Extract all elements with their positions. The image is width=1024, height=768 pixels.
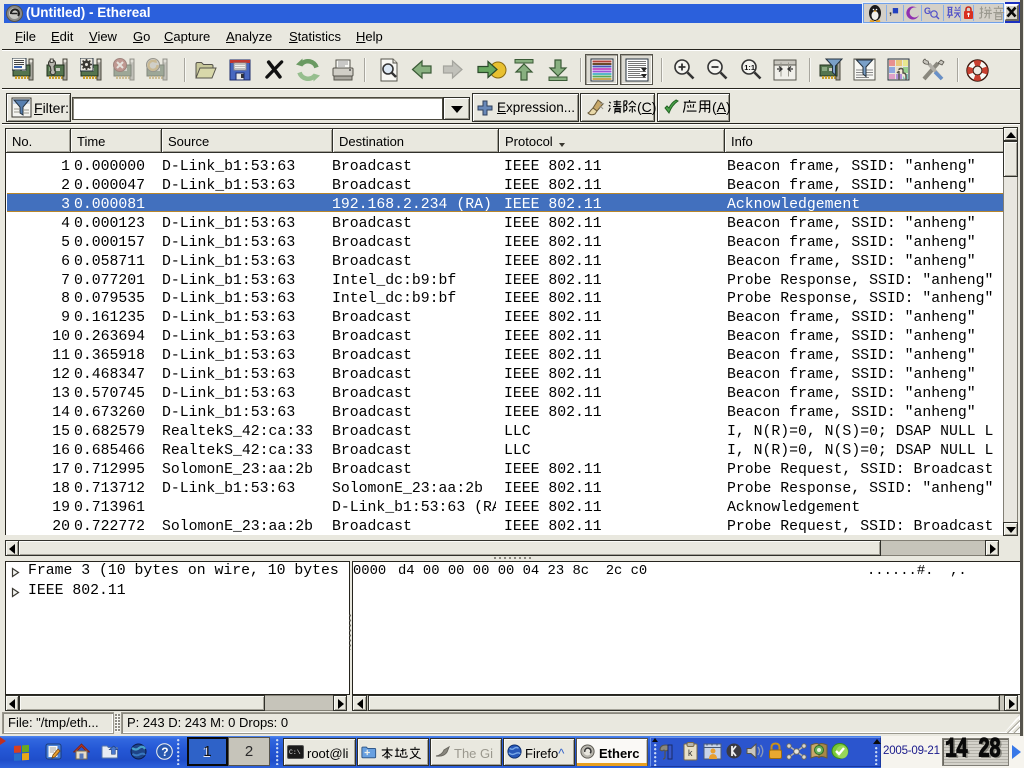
svg-text:1:1: 1:1 [744, 63, 755, 72]
svg-text:C:\: C:\ [289, 749, 301, 756]
svg-text:?: ? [161, 745, 168, 759]
svg-text:k: k [688, 749, 693, 759]
svg-text:G: G [924, 6, 931, 16]
